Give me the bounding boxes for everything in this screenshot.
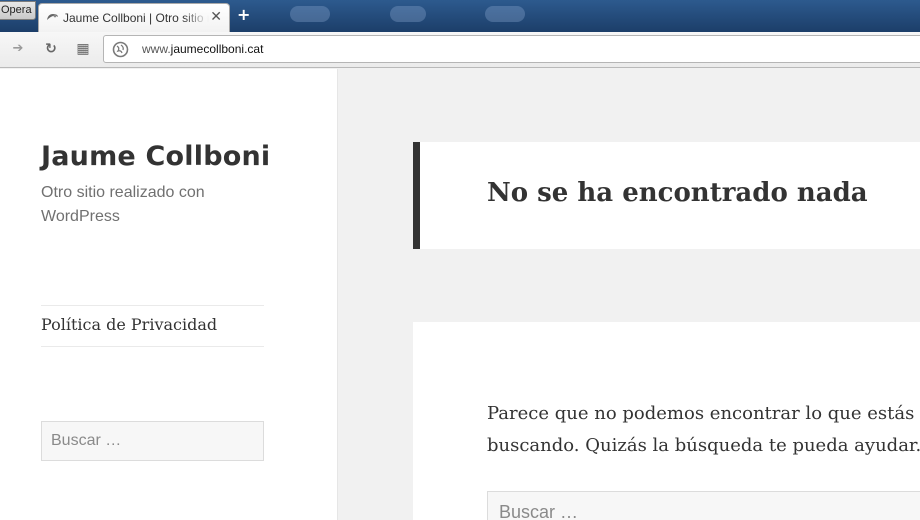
site-info-icon[interactable]: [112, 41, 129, 58]
browser-toolbar: ➔ ↻ ▦ www.jaumecollboni.cat: [0, 32, 920, 68]
sidebar: Jaume Collboni Otro sitio realizado con …: [0, 69, 338, 520]
url-host: jaumecollboni: [170, 42, 245, 56]
forward-arrow-icon[interactable]: ➔: [9, 40, 27, 58]
page-header: No se ha encontrado nada: [413, 142, 920, 249]
tab-title: Jaume Collboni | Otro sitio realizado co…: [63, 11, 209, 25]
url-prefix: www.: [142, 42, 171, 56]
new-tab-icon[interactable]: +: [237, 5, 250, 24]
page-title: No se ha encontrado nada: [487, 178, 868, 208]
sidebar-search-input[interactable]: [41, 421, 264, 461]
site-description: Otro sitio realizado con WordPress: [41, 184, 205, 225]
nav-divider: [41, 346, 264, 347]
browser-tab-active[interactable]: Jaume Collboni | Otro sitio realizado co…: [38, 3, 230, 32]
browser-tab-bar: Opera Jaume Collboni | Otro sitio realiz…: [0, 0, 920, 32]
blurred-background: [290, 6, 330, 22]
site-title[interactable]: Jaume Collboni: [41, 141, 270, 172]
nav-divider: [41, 305, 264, 306]
content-search-input[interactable]: [487, 491, 920, 520]
reload-icon[interactable]: ↻: [42, 40, 60, 58]
address-url: www.jaumecollboni.cat: [142, 42, 263, 56]
not-found-message: Parece que no podemos encontrar lo que e…: [487, 403, 920, 456]
speed-dial-icon[interactable]: ▦: [74, 40, 92, 58]
address-bar[interactable]: www.jaumecollboni.cat: [103, 35, 920, 63]
blurred-background: [485, 6, 525, 22]
page-content: Parece que no podemos encontrar lo que e…: [413, 322, 920, 520]
opera-menu-button[interactable]: Opera: [0, 1, 36, 20]
opera-menu-label: Opera: [1, 4, 32, 16]
close-tab-icon[interactable]: ✕: [210, 9, 222, 25]
wordpress-favicon-icon: [47, 14, 58, 20]
blurred-background: [390, 6, 426, 22]
nav-item-privacy-policy[interactable]: Política de Privacidad: [41, 315, 217, 334]
url-suffix: .cat: [244, 42, 264, 56]
